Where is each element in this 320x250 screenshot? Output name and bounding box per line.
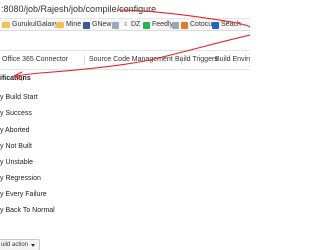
- bookmark-icon: [172, 21, 179, 29]
- tab-source-code-management[interactable]: Source Code Management: [89, 51, 173, 69]
- tab-build-environment[interactable]: Build Environ: [215, 51, 250, 69]
- bookmark-gnews[interactable]: GNew: [83, 20, 111, 30]
- search-bookmark-icon: [212, 21, 219, 29]
- trigger-notify-regression[interactable]: y Regression: [0, 175, 41, 182]
- config-tab-strip: Office 365 Connector Source Code Managem…: [0, 50, 250, 70]
- gnews-icon: [83, 21, 90, 29]
- bookmark-label: GurukulGalaxy: [12, 21, 59, 28]
- bookmark-label: DZ: [131, 21, 141, 28]
- add-build-action-label: uild action: [1, 242, 29, 248]
- trigger-notify-aborted[interactable]: y Aborted: [0, 127, 30, 134]
- add-build-action-button[interactable]: uild action: [0, 239, 41, 250]
- trigger-notify-success[interactable]: y Success: [0, 110, 32, 117]
- bookmark-label: GNew: [92, 21, 112, 28]
- dzone-icon: ≡: [122, 21, 129, 29]
- folder-icon: [2, 22, 10, 28]
- bookmark-generic-2[interactable]: [172, 20, 179, 30]
- bookmark-dz[interactable]: ≡ DZ: [122, 20, 140, 30]
- trigger-notify-back-to-normal[interactable]: y Back To Normal: [0, 207, 55, 214]
- bookmark-label: Seach: [221, 21, 241, 28]
- tab-build-triggers[interactable]: Build Triggers: [175, 51, 218, 69]
- bookmark-mine[interactable]: Mine: [56, 20, 81, 30]
- bookmark-label: Mine: [66, 21, 82, 28]
- folder-icon: [56, 22, 64, 28]
- notifications-section-title: ifications: [0, 75, 31, 82]
- bookmark-gurukulgalaxy[interactable]: GurukulGalaxy: [2, 20, 58, 30]
- bookmarks-bar: GurukulGalaxy Mine GNew ≡ DZ Feedly Coto…: [0, 19, 250, 31]
- trigger-notify-not-built[interactable]: y Not Built: [0, 143, 32, 150]
- bookmark-feedly[interactable]: Feedly: [143, 20, 173, 30]
- trigger-notify-unstable[interactable]: y Unstable: [0, 159, 33, 166]
- cotocus-icon: [181, 21, 188, 29]
- feedly-icon: [143, 21, 150, 29]
- address-bar[interactable]: :8080/job/Rajesh/job/compile/configure: [0, 0, 250, 19]
- trigger-notify-build-start[interactable]: y Build Start: [0, 94, 38, 101]
- chevron-down-icon: [31, 243, 36, 247]
- bookmark-generic[interactable]: [112, 20, 119, 30]
- url-text[interactable]: :8080/job/Rajesh/job/compile/configure: [1, 4, 156, 14]
- bookmark-cotocus[interactable]: Cotocus: [181, 20, 216, 30]
- tab-office-365-connector[interactable]: Office 365 Connector: [2, 51, 68, 69]
- bookmark-search[interactable]: Seach: [212, 20, 241, 30]
- bookmark-label: Feedly: [152, 21, 174, 28]
- trigger-notify-every-failure[interactable]: y Every Failure: [0, 191, 47, 198]
- tab-divider: [84, 55, 85, 65]
- bookmark-icon: [112, 21, 119, 29]
